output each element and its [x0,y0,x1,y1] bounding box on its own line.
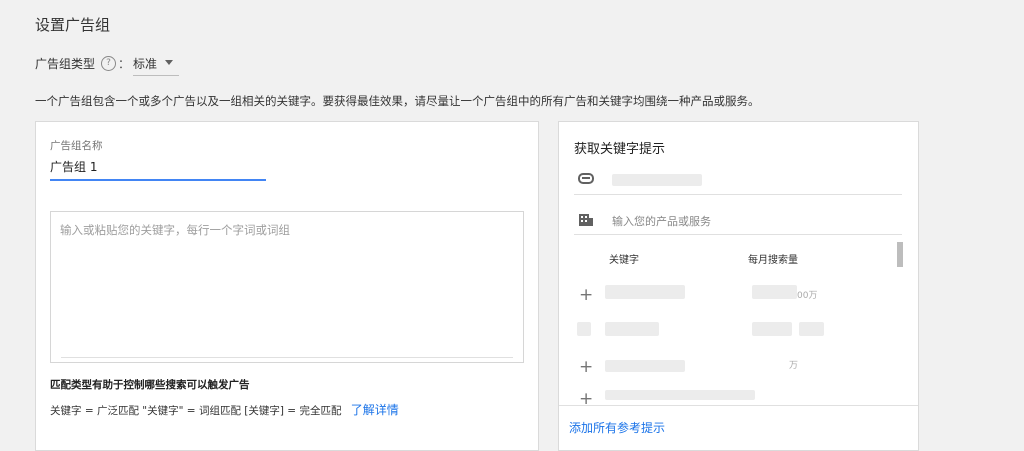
product-input[interactable]: 输入您的产品或服务 [574,208,902,235]
product-placeholder: 输入您的产品或服务 [612,215,711,228]
match-type-legend: 关键字 = 广泛匹配 "关键字" = 词组匹配 [关键字] = 完全匹配 了解详… [50,401,399,418]
volume-partial: 00万 [797,291,818,301]
plus-redacted [577,322,591,336]
match-type-examples: 关键字 = 广泛匹配 "关键字" = 词组匹配 [关键字] = 完全匹配 [50,405,342,417]
ad-group-name-label: 广告组名称 [50,140,103,152]
ad-group-type-label: 广告组类型 [35,56,96,71]
column-header-keyword: 关键字 [609,255,639,266]
ad-group-type-dropdown[interactable]: 标准 [133,52,179,76]
learn-more-link[interactable]: 了解详情 [351,403,399,417]
page-title: 设置广告组 [35,16,111,34]
dropdown-caret-icon [165,60,174,65]
plus-icon[interactable]: + [579,287,593,304]
ad-group-form-card: 广告组名称 广告组 1 输入或粘贴您的关键字，每行一个字词或词组 匹配类型有助于… [35,121,539,451]
building-icon [579,212,593,226]
add-all-suggestions-link[interactable]: 添加所有参考提示 [569,419,665,436]
volume-partial: 万 [789,361,799,371]
url-redacted [612,174,702,186]
keyword-ideas-title: 获取关键字提示 [574,142,666,157]
plus-icon[interactable]: + [579,359,593,376]
plus-icon[interactable]: + [579,391,593,408]
volume-redacted [752,285,797,299]
keyword-redacted [605,390,755,400]
keyword-redacted [605,285,685,299]
textarea-divider [61,357,513,358]
link-icon [578,173,594,184]
keywords-textarea[interactable]: 输入或粘贴您的关键字，每行一个字词或词组 [50,211,524,363]
column-header-monthly-searches: 每月搜索量 [748,255,798,266]
keyword-redacted [605,322,659,336]
ad-group-name-input[interactable]: 广告组 1 [50,158,97,175]
keywords-placeholder: 输入或粘贴您的关键字，每行一个字词或词组 [60,223,290,237]
match-type-title: 匹配类型有助于控制哪些搜索可以触发广告 [50,379,250,391]
keyword-redacted [605,360,685,372]
url-input[interactable] [574,170,902,195]
ad-group-type-value: 标准 [133,57,158,71]
scrollbar-thumb[interactable] [897,242,903,267]
ad-group-type-row: 广告组类型 ? ： [35,52,130,74]
colon: ： [118,56,131,71]
footer-divider [559,405,918,406]
ad-group-description: 一个广告组包含一个或多个广告以及一组相关的关键字。要获得最佳效果，请尽量让一个广… [35,94,760,108]
volume-redacted [752,322,792,336]
help-circle-icon[interactable]: ? [101,55,117,71]
input-focus-underline [50,179,266,181]
keyword-ideas-card: 获取关键字提示 输入您的产品或服务 关键字 每月搜索量 + 00万 + 万 + … [558,121,919,451]
volume-redacted [799,322,824,336]
